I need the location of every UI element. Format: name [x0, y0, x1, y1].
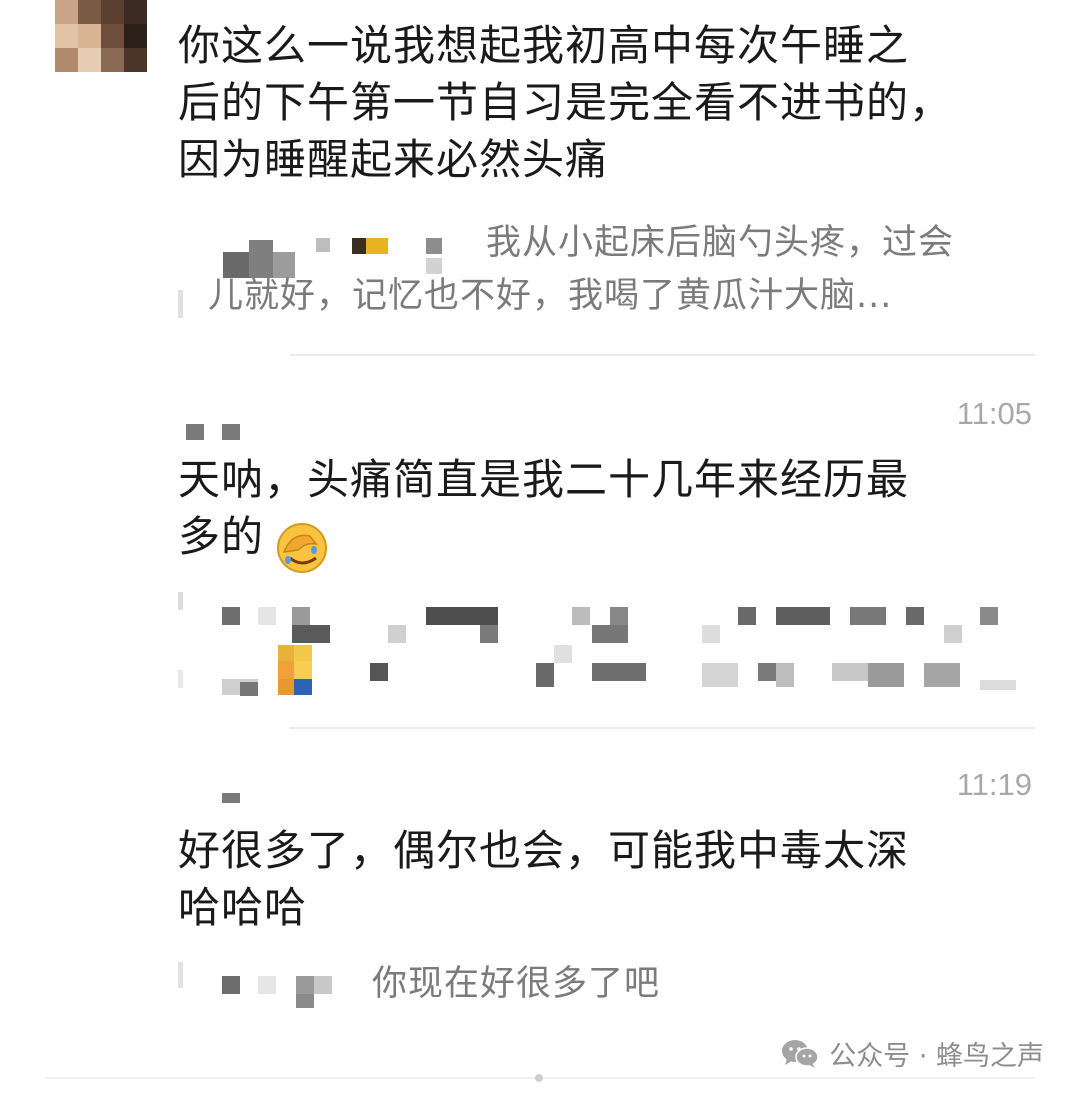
wechat-icon [782, 1039, 819, 1068]
quoted-text: 你现在好很多了吧 [372, 964, 661, 1004]
watermark-label: 公众号 · 蜂鸟之声 [829, 1041, 1044, 1072]
message-time: 11:19 [956, 767, 1032, 802]
message-text: 好很多了，偶尔也会，可能我中毒太深 哈哈哈 [178, 826, 910, 932]
divider [290, 727, 1035, 729]
scroll-indicator [535, 1074, 543, 1082]
quoted-text-line1: 我从小起床后脑勺头疼，过会 [486, 223, 955, 263]
quoted-text-line2: 儿就好，记忆也不好，我喝了黄瓜汁大脑... [208, 276, 893, 316]
watermark: 公众号 · 蜂鸟之声 [781, 1034, 1044, 1073]
divider [290, 354, 1035, 356]
message-text: 你这么一说我想起我初高中每次午睡之 后的下午第一节自习是完全看不进书的， 因为睡… [178, 21, 953, 184]
message-time: 11:05 [956, 396, 1032, 431]
facepalm-laugh-icon [277, 523, 327, 573]
avatar[interactable] [55, 0, 147, 72]
